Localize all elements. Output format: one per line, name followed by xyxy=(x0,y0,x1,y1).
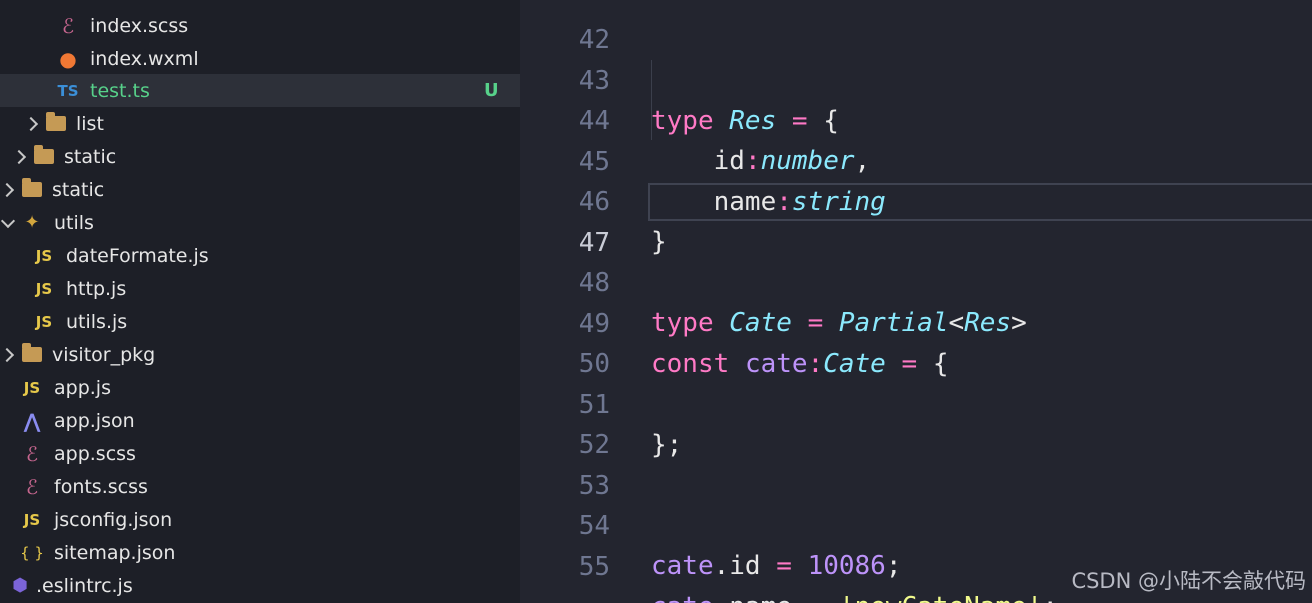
tree-item-label: visitor_pkg xyxy=(52,343,156,366)
tree-item-label: index.wxml xyxy=(90,47,199,70)
line-number: 55 xyxy=(578,552,610,582)
folder-icon xyxy=(46,112,66,131)
tree-item-label: dateFormate.js xyxy=(66,244,209,267)
tree-item-app-json[interactable]: ⋀ app.json xyxy=(0,404,520,437)
sass-icon: ℰ xyxy=(25,474,39,499)
tree-item-utils-js[interactable]: JS utils.js xyxy=(0,305,520,338)
tree-item-label: list xyxy=(76,112,104,135)
tree-item-index-wxml[interactable]: ● index.wxml xyxy=(0,42,520,75)
tree-item-label: fonts.scss xyxy=(54,475,148,498)
tree-item-app-js[interactable]: JS app.js xyxy=(0,371,520,404)
json-icon: ⋀ xyxy=(23,408,41,433)
tree-item-eslintrc-js[interactable]: ⬢ .eslintrc.js xyxy=(0,569,520,602)
code-line[interactable]: 53 xyxy=(520,426,1312,501)
code-line[interactable]: 54 cate.id = 10086; xyxy=(520,466,1312,581)
tree-item-label: utils.js xyxy=(66,310,128,333)
code-line[interactable]: 52 xyxy=(520,385,1312,460)
js-icon: JS xyxy=(23,378,41,397)
tree-item-label: utils xyxy=(54,211,94,234)
code-line[interactable]: 46 } xyxy=(520,142,1312,257)
chevron-right-icon xyxy=(0,184,12,196)
json-braces-icon: { } xyxy=(20,543,44,562)
tree-item-jsconfig-json[interactable]: JS jsconfig.json xyxy=(0,503,520,536)
folder-icon xyxy=(34,145,54,164)
js-icon: JS xyxy=(35,312,53,331)
code-line[interactable]: 44 id:number, xyxy=(520,61,1312,176)
tree-item-label: sitemap.json xyxy=(54,541,176,564)
code-editor[interactable]: 42 43 type Res = { 44 id:number, 45 name… xyxy=(520,0,1312,603)
tree-item-app-scss[interactable]: ℰ app.scss xyxy=(0,437,520,470)
tree-item-list[interactable]: list xyxy=(0,107,520,140)
code-line[interactable]: 48 type Cate = Partial<Res> xyxy=(520,223,1312,338)
folder-icon xyxy=(22,178,42,197)
code-line[interactable]: 47 xyxy=(520,183,1312,258)
code-line[interactable]: 43 type Res = { xyxy=(520,21,1312,136)
tree-item-label: test.ts xyxy=(90,79,150,102)
code-line[interactable]: 42 xyxy=(520,0,1312,55)
utils-folder-icon: ✦ xyxy=(24,212,40,233)
tree-item-visitor-pkg[interactable]: visitor_pkg xyxy=(0,338,520,371)
wechat-icon: ● xyxy=(59,46,77,71)
jsconfig-icon: JS xyxy=(23,510,41,529)
tree-item-static-root[interactable]: static xyxy=(0,173,520,206)
tree-item-fonts-scss[interactable]: ℰ fonts.scss xyxy=(0,470,520,503)
chevron-right-icon xyxy=(12,151,24,163)
tree-item-http-js[interactable]: JS http.js xyxy=(0,272,520,305)
chevron-down-icon xyxy=(0,217,12,229)
chevron-right-icon xyxy=(0,349,12,361)
code-line[interactable]: 55 cate.name = 'newCateName'; xyxy=(520,507,1312,603)
tree-item-label: jsconfig.json xyxy=(54,508,173,531)
code-line[interactable]: 50 xyxy=(520,304,1312,379)
tree-item-label: .eslintrc.js xyxy=(36,574,133,597)
tree-item-label: static xyxy=(52,178,105,201)
tree-item-label: index.scss xyxy=(90,14,189,37)
js-icon: JS xyxy=(35,279,53,298)
tree-item-utils[interactable]: ✦ utils xyxy=(0,206,520,239)
untracked-badge: U xyxy=(484,80,499,101)
code-line[interactable]: 51 }; xyxy=(520,345,1312,460)
watermark: CSDN @小陆不会敲代码 xyxy=(1071,569,1306,593)
tree-item-static[interactable]: static xyxy=(0,140,520,173)
js-icon: JS xyxy=(35,246,53,265)
code-line[interactable]: 45 name:string xyxy=(520,102,1312,217)
tree-item-sitemap-json[interactable]: { } sitemap.json xyxy=(0,536,520,569)
chevron-right-icon xyxy=(24,118,36,130)
tree-item-test-ts[interactable]: TS test.ts U xyxy=(0,74,520,107)
tree-item-index-scss[interactable]: ℰ index.scss xyxy=(0,9,520,42)
sass-icon: ℰ xyxy=(61,13,75,38)
tree-item-label: static xyxy=(64,145,117,168)
eslint-icon: ⬢ xyxy=(12,575,28,596)
file-explorer: ℰ index.scss ● index.wxml TS test.ts U l… xyxy=(0,0,520,603)
sass-icon: ℰ xyxy=(25,441,39,466)
tree-item-label: app.js xyxy=(54,376,111,399)
code-line[interactable]: 49 const cate:Cate = { xyxy=(520,264,1312,379)
folder-icon xyxy=(22,343,42,362)
tree-item-label: http.js xyxy=(66,277,127,300)
tree-item-dateformate-js[interactable]: JS dateFormate.js xyxy=(0,239,520,272)
tree-item-label: app.json xyxy=(54,409,135,432)
tree-item-label: app.scss xyxy=(54,442,136,465)
typescript-icon: TS xyxy=(57,81,79,100)
